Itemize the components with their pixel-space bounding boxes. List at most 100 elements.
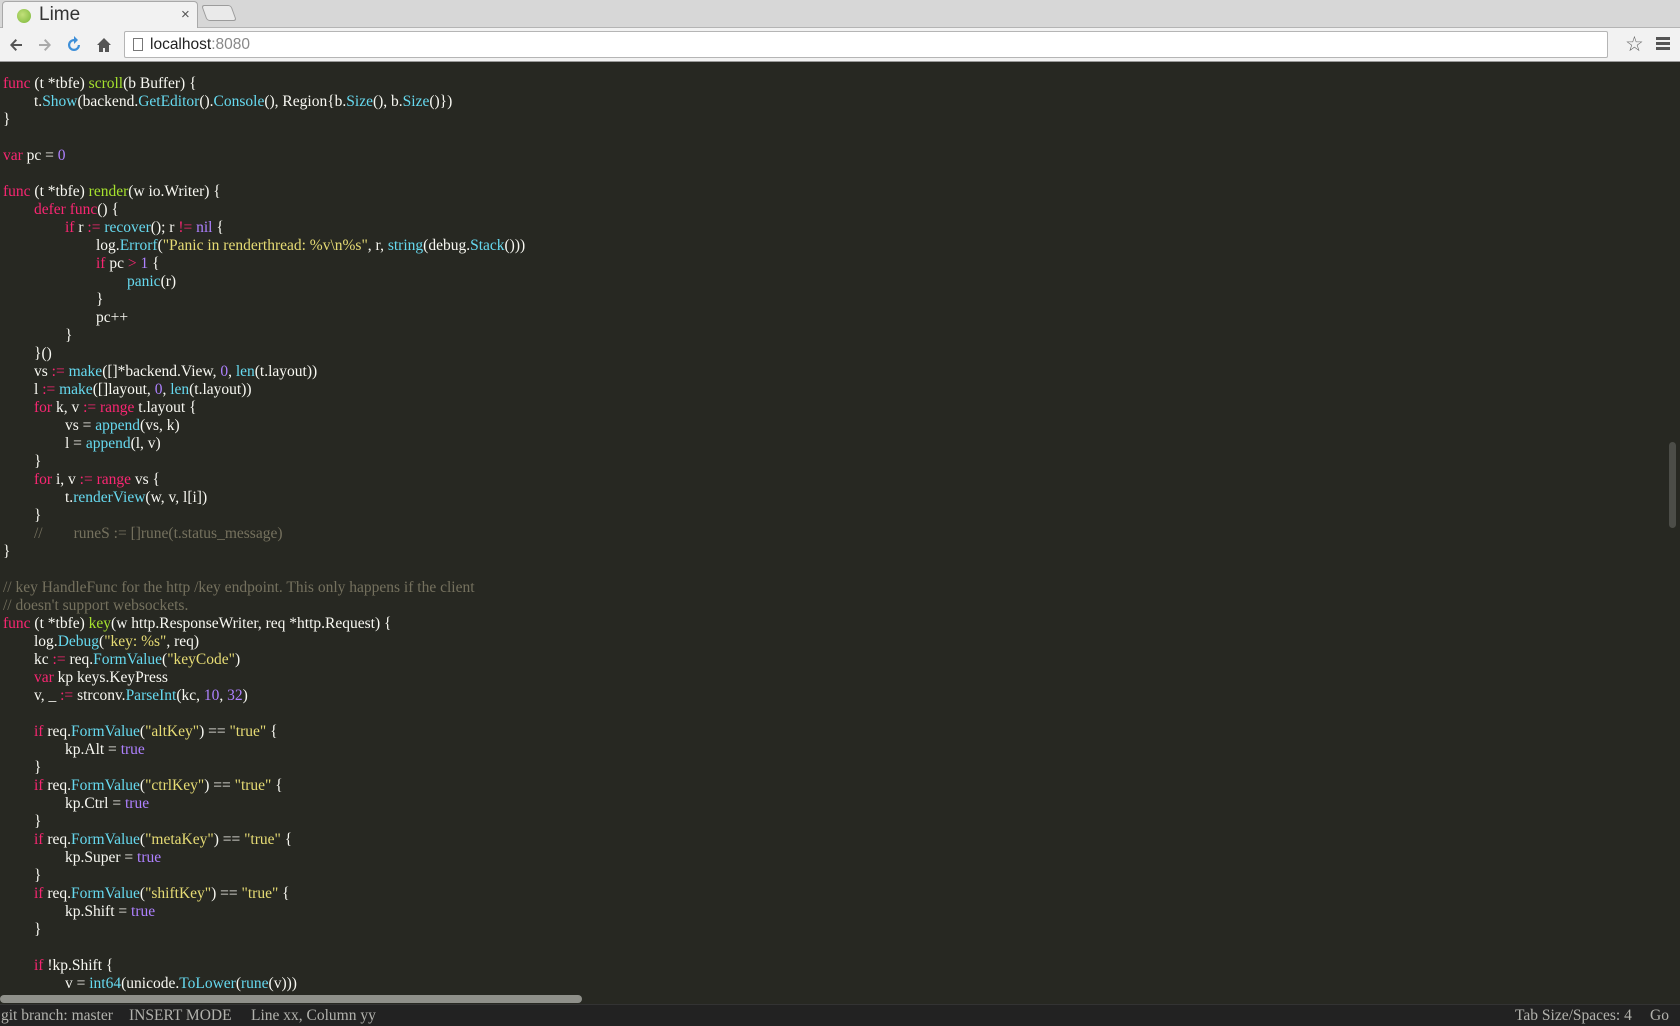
- new-tab-button[interactable]: [201, 5, 237, 21]
- code-line[interactable]: // doesn't support websockets.: [3, 597, 525, 615]
- code-token: ().: [199, 93, 214, 110]
- code-token: FormValue: [71, 723, 140, 740]
- page-icon: [133, 38, 143, 51]
- code-token: pc++: [3, 309, 129, 326]
- code-view[interactable]: func (t *tbfe) scroll(b Buffer) { t.Show…: [3, 75, 525, 993]
- syntax-status[interactable]: Go: [1650, 1007, 1669, 1025]
- code-token: ,: [228, 363, 236, 380]
- code-line[interactable]: if r := recover(); r != nil {: [3, 219, 525, 237]
- code-line[interactable]: log.Errorf("Panic in renderthread: %v\n%…: [3, 237, 525, 255]
- code-line[interactable]: if req.FormValue("shiftKey") == "true" {: [3, 885, 525, 903]
- code-line[interactable]: for k, v := range t.layout {: [3, 399, 525, 417]
- code-token: log.: [3, 633, 58, 650]
- code-line[interactable]: // key HandleFunc for the http /key endp…: [3, 579, 525, 597]
- code-line[interactable]: func (t *tbfe) key(w http.ResponseWriter…: [3, 615, 525, 633]
- code-line[interactable]: if !kp.Shift {: [3, 957, 525, 975]
- code-line[interactable]: }: [3, 867, 525, 885]
- code-line[interactable]: }: [3, 543, 525, 561]
- code-editor[interactable]: func (t *tbfe) scroll(b Buffer) { t.Show…: [0, 62, 1680, 1004]
- code-line[interactable]: }: [3, 813, 525, 831]
- code-token: }: [3, 111, 11, 128]
- code-line[interactable]: }(): [3, 345, 525, 363]
- code-token: Size: [402, 93, 430, 110]
- code-token: }: [3, 327, 73, 344]
- code-line[interactable]: if pc > 1 {: [3, 255, 525, 273]
- code-line[interactable]: defer func() {: [3, 201, 525, 219]
- forward-button[interactable]: [33, 32, 57, 58]
- code-token: v =: [3, 975, 90, 992]
- code-token: rune: [241, 975, 269, 992]
- code-line[interactable]: l := make([]layout, 0, len(t.layout)): [3, 381, 525, 399]
- tab-size-status[interactable]: Tab Size/Spaces: 4: [1515, 1007, 1632, 1025]
- code-line[interactable]: [3, 165, 525, 183]
- browser-tab-lime[interactable]: Lime ×: [2, 1, 198, 28]
- code-line[interactable]: }: [3, 759, 525, 777]
- bookmark-star-icon[interactable]: ☆: [1625, 32, 1644, 57]
- code-line[interactable]: v, _ := strconv.ParseInt(kc, 10, 32): [3, 687, 525, 705]
- code-line[interactable]: for i, v := range vs {: [3, 471, 525, 489]
- code-token: :=: [60, 687, 74, 704]
- code-token: (v))): [268, 975, 297, 992]
- address-bar[interactable]: localhost:8080 ☆: [124, 31, 1644, 58]
- code-line[interactable]: pc++: [3, 309, 525, 327]
- code-token: (t.layout)): [189, 381, 252, 398]
- code-line[interactable]: if req.FormValue("metaKey") == "true" {: [3, 831, 525, 849]
- code-token: ([]layout,: [92, 381, 155, 398]
- code-line[interactable]: }: [3, 507, 525, 525]
- code-token: req.: [43, 831, 72, 848]
- code-line[interactable]: v = int64(unicode.ToLower(rune(v))): [3, 975, 525, 993]
- code-line[interactable]: [3, 129, 525, 147]
- tab-close-icon[interactable]: ×: [181, 6, 190, 23]
- horizontal-scrollbar[interactable]: [0, 995, 582, 1003]
- url-text[interactable]: localhost:8080: [150, 36, 250, 54]
- reload-button[interactable]: [62, 32, 86, 58]
- code-line[interactable]: kp.Super = true: [3, 849, 525, 867]
- code-token: 0: [220, 363, 229, 380]
- code-token: defer func: [34, 201, 98, 218]
- code-line[interactable]: }: [3, 453, 525, 471]
- vertical-scrollbar[interactable]: [1669, 442, 1676, 528]
- code-line[interactable]: vs = append(vs, k): [3, 417, 525, 435]
- code-line[interactable]: kc := req.FormValue("keyCode"): [3, 651, 525, 669]
- code-token: {: [278, 885, 290, 902]
- code-line[interactable]: t.renderView(w, v, l[i]): [3, 489, 525, 507]
- code-line[interactable]: var kp keys.KeyPress: [3, 669, 525, 687]
- code-line[interactable]: func (t *tbfe) scroll(b Buffer) {: [3, 75, 525, 93]
- code-token: true: [120, 741, 145, 758]
- code-line[interactable]: vs := make([]*backend.View, 0, len(t.lay…: [3, 363, 525, 381]
- code-token: Stack: [470, 237, 505, 254]
- home-button[interactable]: [92, 32, 116, 58]
- code-token: v, _: [3, 687, 61, 704]
- code-token: (vs, k): [140, 417, 180, 434]
- menu-icon[interactable]: [1652, 31, 1674, 59]
- code-line[interactable]: }: [3, 327, 525, 345]
- code-line[interactable]: kp.Shift = true: [3, 903, 525, 921]
- code-line[interactable]: // runeS := []rune(t.status_message): [3, 525, 525, 543]
- code-line[interactable]: }: [3, 111, 525, 129]
- code-token: var: [3, 147, 23, 164]
- code-line[interactable]: panic(r): [3, 273, 525, 291]
- code-line[interactable]: }: [3, 921, 525, 939]
- url-host: localhost: [150, 36, 212, 53]
- code-line[interactable]: kp.Alt = true: [3, 741, 525, 759]
- code-line[interactable]: }: [3, 291, 525, 309]
- code-line[interactable]: l = append(l, v): [3, 435, 525, 453]
- back-button[interactable]: [4, 32, 28, 58]
- code-line[interactable]: log.Debug("key: %s", req): [3, 633, 525, 651]
- code-line[interactable]: t.Show(backend.GetEditor().Console(), Re…: [3, 93, 525, 111]
- code-token: ) ==: [199, 723, 230, 740]
- code-token: func: [3, 615, 31, 632]
- code-line[interactable]: if req.FormValue("altKey") == "true" {: [3, 723, 525, 741]
- code-line[interactable]: if req.FormValue("ctrlKey") == "true" {: [3, 777, 525, 795]
- code-line[interactable]: [3, 561, 525, 579]
- code-token: ParseInt: [125, 687, 177, 704]
- lime-favicon-icon: [17, 9, 31, 23]
- code-line[interactable]: [3, 939, 525, 957]
- code-line[interactable]: var pc = 0: [3, 147, 525, 165]
- code-line[interactable]: [3, 705, 525, 723]
- code-line[interactable]: kp.Ctrl = true: [3, 795, 525, 813]
- code-token: var: [34, 669, 54, 686]
- code-token: true: [131, 903, 156, 920]
- code-line[interactable]: func (t *tbfe) render(w io.Writer) {: [3, 183, 525, 201]
